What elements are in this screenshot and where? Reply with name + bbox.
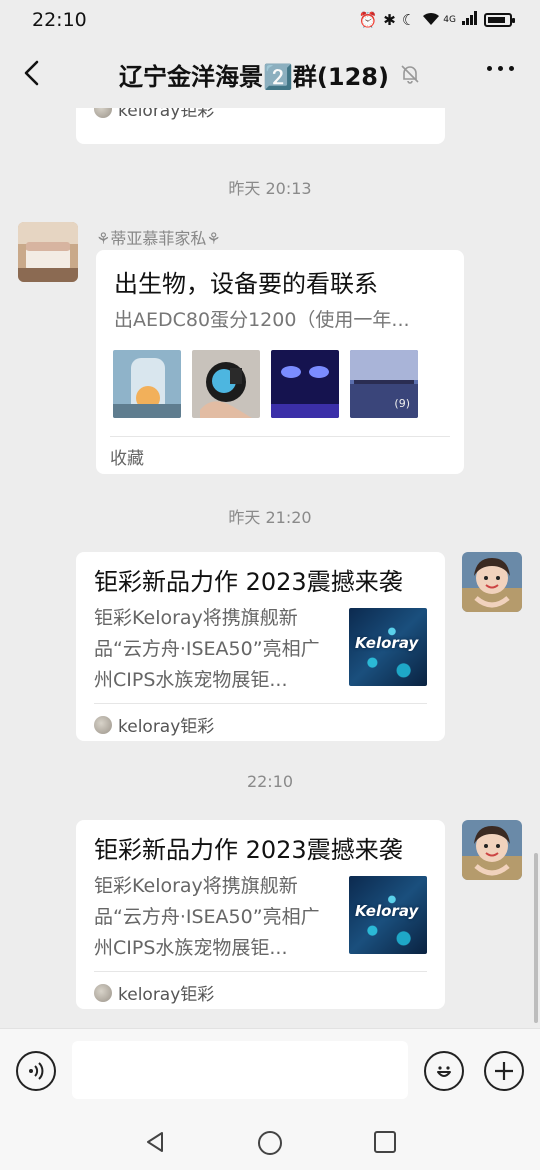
favorite-post-card[interactable]: 出生物，设备要的看联系 出AEDC80蛋分1200（使用一年... (9) 收藏 [96, 250, 464, 474]
card-source-label: keloray钜彩 [118, 717, 215, 737]
more-options-icon[interactable] [487, 66, 514, 71]
input-bar [0, 1028, 540, 1112]
post-image-2[interactable] [192, 350, 260, 418]
article-thumb-text: Keloray [355, 634, 419, 652]
voice-icon [29, 1062, 44, 1080]
back-triangle-icon[interactable] [143, 1130, 167, 1154]
chat-header: 辽宁金洋海景2️⃣群(128) [0, 40, 540, 108]
article-card[interactable]: 钜彩新品力作 2023震撼来袭 钜彩Keloray将携旗舰新品“云方舟·ISEA… [76, 820, 445, 1009]
timestamp: 昨天 21:20 [228, 508, 312, 527]
chat-title-wrap[interactable]: 辽宁金洋海景2️⃣群(128) [119, 57, 421, 92]
card-divider [94, 703, 427, 704]
timestamp: 22:10 [246, 772, 294, 791]
post-subtitle: 出AEDC80蛋分1200（使用一年... [114, 309, 410, 331]
chat-area[interactable]: keloray钜彩 昨天 20:13 ⚘蒂亚慕菲家私⚘ 出生物，设备要的看联系 … [0, 108, 540, 1028]
status-time: 22:10 [32, 9, 87, 31]
mute-bell-icon [401, 65, 419, 84]
system-nav-bar [0, 1112, 540, 1170]
card-source-label: keloray钜彩 [118, 985, 215, 1005]
card-source: keloray钜彩 [94, 108, 214, 121]
article-card[interactable]: 钜彩新品力作 2023震撼来袭 钜彩Keloray将携旗舰新品“云方舟·ISEA… [76, 552, 445, 741]
voice-button[interactable] [16, 1051, 56, 1091]
source-logo-icon [94, 108, 112, 118]
timestamp: 昨天 20:13 [228, 179, 312, 198]
recents-square-icon[interactable] [373, 1130, 397, 1154]
signal-icon [462, 11, 478, 29]
status-bar: 22:10 ⏰ ✱ ☾ 4G [0, 0, 540, 40]
moon-icon: ☾ [401, 11, 416, 29]
source-logo-icon [94, 715, 112, 734]
card-source-label: keloray钜彩 [118, 108, 215, 121]
emoji-button[interactable] [424, 1051, 464, 1091]
article-title: 钜彩新品力作 2023震撼来袭 [94, 568, 403, 596]
wifi-icon [421, 10, 441, 30]
article-card-partial[interactable]: keloray钜彩 [76, 108, 445, 144]
source-logo-icon [94, 983, 112, 1002]
back-icon[interactable] [18, 58, 48, 88]
message-input[interactable] [72, 1041, 408, 1099]
emoji-icon [437, 1066, 451, 1077]
article-thumb-text: Keloray [355, 902, 419, 920]
self-avatar[interactable] [462, 552, 522, 612]
bluetooth-icon: ✱ [383, 11, 396, 29]
post-image-3[interactable] [271, 350, 339, 418]
article-title: 钜彩新品力作 2023震撼来袭 [94, 836, 403, 864]
article-description: 钜彩Keloray将携旗舰新品“云方舟·ISEA50”亮相广州CIPS水族宠物展… [94, 607, 320, 691]
scrollbar[interactable] [534, 853, 538, 1023]
card-divider [110, 436, 450, 437]
post-images: (9) [113, 350, 418, 418]
more-functions-button[interactable] [484, 1051, 524, 1091]
plus-icon [495, 1062, 513, 1080]
sender-name: ⚘蒂亚慕菲家私⚘ [96, 229, 221, 248]
status-icons: ⏰ ✱ ☾ 4G [358, 10, 515, 30]
self-avatar[interactable] [462, 820, 522, 880]
avatar[interactable] [18, 222, 78, 282]
home-circle-icon[interactable] [257, 1130, 283, 1156]
post-image-4[interactable]: (9) [350, 350, 418, 418]
article-thumbnail: Keloray [349, 876, 427, 954]
chat-title: 辽宁金洋海景2️⃣群(128) [119, 62, 389, 91]
post-title: 出生物，设备要的看联系 [114, 270, 378, 298]
favorite-label: 收藏 [110, 449, 144, 469]
image-count: (9) [394, 397, 410, 410]
article-thumbnail: Keloray [349, 608, 427, 686]
card-divider [94, 971, 427, 972]
network-label: 4G [443, 15, 456, 25]
battery-icon [484, 13, 515, 27]
card-source: keloray钜彩 [94, 980, 214, 1005]
alarm-icon: ⏰ [358, 11, 378, 29]
post-image-1[interactable] [113, 350, 181, 418]
article-description: 钜彩Keloray将携旗舰新品“云方舟·ISEA50”亮相广州CIPS水族宠物展… [94, 875, 320, 959]
card-source: keloray钜彩 [94, 712, 214, 737]
